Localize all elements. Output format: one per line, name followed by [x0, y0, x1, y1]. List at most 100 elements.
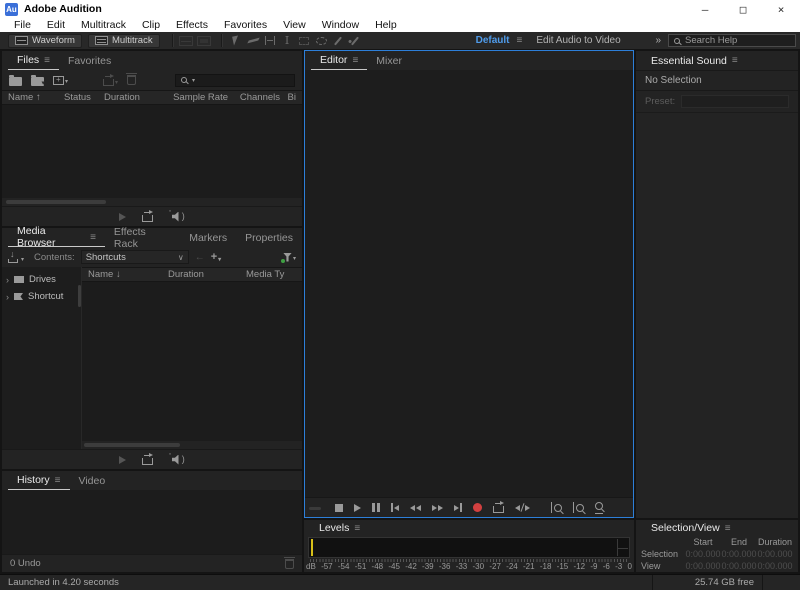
marquee-selection-tool-button[interactable] [296, 34, 313, 48]
razor-tool-button[interactable] [245, 34, 262, 48]
tab-files[interactable]: Files ≡ [8, 51, 59, 70]
close-button[interactable]: × [762, 0, 800, 18]
import-file-icon[interactable] [31, 77, 44, 86]
pause-button[interactable] [372, 502, 380, 514]
scrollbar-thumb[interactable] [6, 200, 106, 204]
menu-item[interactable]: Edit [39, 19, 73, 31]
insert-into-multitrack-button[interactable]: ▾ [103, 75, 118, 86]
tree-scrollbar-thumb[interactable] [78, 285, 81, 307]
media-browser-list-empty[interactable] [82, 282, 302, 441]
tab-levels[interactable]: Levels ≡ [310, 520, 369, 536]
move-to-next-button[interactable] [454, 502, 462, 514]
tree-item-drives[interactable]: › Drives [2, 271, 81, 288]
stop-button[interactable] [335, 502, 343, 514]
workspace-menu-icon[interactable]: ≡ [517, 35, 523, 46]
play-button[interactable] [354, 502, 361, 514]
rewind-button[interactable] [410, 502, 421, 514]
preview-loop-button[interactable] [142, 458, 153, 465]
preview-autoplay-button[interactable]: ' ) [169, 212, 185, 222]
tab-selection-view[interactable]: Selection/View ≡ [642, 520, 740, 536]
workspace-edit-audio-to-video-button[interactable]: Edit Audio to Video [536, 35, 620, 46]
filter-button[interactable]: ▾ [283, 253, 296, 262]
media-browser-horizontal-scrollbar[interactable] [82, 441, 302, 449]
level-meter[interactable] [308, 537, 630, 558]
skip-selection-button[interactable] [515, 502, 530, 514]
scrollbar-thumb[interactable] [84, 443, 180, 447]
panel-menu-icon[interactable]: ≡ [352, 55, 358, 66]
column-header-duration[interactable]: Duration [168, 269, 246, 280]
maximize-button[interactable]: □ [724, 0, 762, 18]
tree-item-shortcut[interactable]: › Shortcut [2, 288, 81, 305]
contents-dropdown[interactable]: Shortcuts ∨ [81, 250, 189, 264]
open-file-icon[interactable] [9, 77, 22, 86]
workspace-default-button[interactable]: Default [476, 35, 510, 46]
close-files-trash-icon[interactable] [127, 75, 136, 85]
menu-item[interactable]: File [6, 19, 39, 31]
tab-video[interactable]: Video [70, 471, 115, 490]
view-duration-value[interactable]: 0:00.000 [757, 561, 793, 571]
expand-chevron-icon[interactable]: › [6, 292, 9, 302]
zoom-out-button[interactable] [573, 502, 584, 514]
tab-markers[interactable]: Markers [180, 228, 236, 247]
paintbrush-selection-tool-button[interactable] [330, 34, 347, 48]
menu-item[interactable]: Effects [168, 19, 216, 31]
tab-mixer[interactable]: Mixer [367, 51, 411, 70]
expand-chevron-icon[interactable]: › [6, 275, 9, 285]
preset-dropdown[interactable] [681, 95, 789, 108]
help-search-input[interactable] [685, 35, 790, 46]
preview-play-button[interactable] [119, 213, 126, 221]
files-list-empty[interactable] [2, 105, 302, 198]
files-horizontal-scrollbar[interactable] [2, 198, 302, 206]
zoom-in-button[interactable] [551, 502, 562, 514]
preview-loop-button[interactable] [142, 215, 153, 222]
column-header-name[interactable]: Name ↓ [88, 269, 168, 280]
add-to-project-button[interactable]: ↓ ▾ [8, 252, 24, 263]
menu-item[interactable]: Multitrack [73, 19, 134, 31]
panel-menu-icon[interactable]: ≡ [44, 55, 50, 66]
view-start-value[interactable]: 0:00.000 [685, 561, 721, 571]
tab-essential-sound[interactable]: Essential Sound ≡ [642, 51, 747, 70]
panel-menu-icon[interactable]: ≡ [354, 523, 360, 534]
selection-duration-value[interactable]: 0:00.000 [757, 549, 793, 559]
column-header-media-type[interactable]: Media Ty [246, 269, 296, 280]
column-header-sample-rate[interactable]: Sample Rate [162, 92, 228, 103]
loop-playback-button[interactable] [493, 502, 504, 514]
lasso-selection-tool-button[interactable] [313, 34, 330, 48]
panel-menu-icon[interactable]: ≡ [55, 475, 61, 486]
menu-item[interactable]: Clip [134, 19, 168, 31]
go-up-button[interactable]: ← [195, 252, 205, 263]
panel-menu-icon[interactable]: ≡ [90, 232, 96, 243]
tab-effects-rack[interactable]: Effects Rack [105, 228, 180, 247]
menu-item[interactable]: View [275, 19, 314, 31]
menu-item[interactable]: Help [367, 19, 405, 31]
panel-menu-icon[interactable]: ≡ [732, 55, 738, 66]
selection-end-value[interactable]: 0:00.000 [721, 549, 757, 559]
help-search-box[interactable] [668, 34, 796, 47]
panel-menu-icon[interactable]: ≡ [725, 523, 731, 534]
column-header-bit-depth[interactable]: Bi [280, 92, 296, 103]
view-end-value[interactable]: 0:00.000 [721, 561, 757, 571]
tab-favorites[interactable]: Favorites [59, 51, 120, 70]
clear-history-trash-icon[interactable] [285, 559, 294, 569]
column-header-duration[interactable]: Duration [104, 92, 162, 103]
tab-properties[interactable]: Properties [236, 228, 302, 247]
menu-item[interactable]: Favorites [216, 19, 275, 31]
preview-autoplay-button[interactable]: ' ) [169, 455, 185, 465]
new-content-button[interactable]: ▾ [53, 76, 68, 85]
time-selection-tool-button[interactable]: I [279, 34, 296, 48]
tab-editor[interactable]: Editor ≡ [311, 51, 367, 70]
add-shortcut-button[interactable]: + ▾ [211, 251, 221, 263]
record-button[interactable] [473, 502, 482, 514]
editor-canvas-empty[interactable] [305, 70, 633, 497]
history-list-empty[interactable] [2, 490, 302, 554]
column-header-status[interactable]: Status [64, 92, 104, 103]
tab-history[interactable]: History ≡ [8, 471, 70, 490]
column-header-name[interactable]: Name ↑ [8, 92, 64, 103]
menu-item[interactable]: Window [314, 19, 367, 31]
editor-scrollbar-thumb[interactable] [309, 507, 321, 510]
slip-tool-button[interactable] [262, 34, 279, 48]
selection-start-value[interactable]: 0:00.000 [685, 549, 721, 559]
move-to-previous-button[interactable] [391, 502, 399, 514]
workspace-overflow-chevron[interactable]: » [655, 35, 660, 46]
fast-forward-button[interactable] [432, 502, 443, 514]
